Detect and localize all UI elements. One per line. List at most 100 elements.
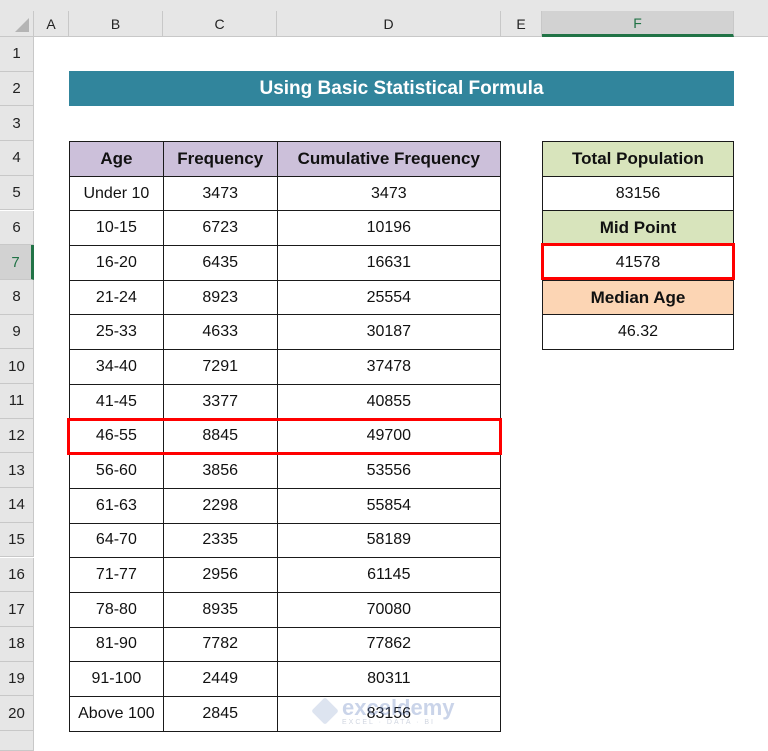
row-header-11[interactable]: 11: [0, 384, 34, 419]
frequency-cell[interactable]: 8923: [162, 279, 278, 316]
age-cell[interactable]: 64-70: [69, 522, 164, 559]
age-cell[interactable]: 25-33: [69, 314, 164, 351]
median-age-label[interactable]: Median Age: [542, 279, 734, 316]
table-row: 34-40 7291 37478: [69, 349, 502, 385]
cumulative-frequency-cell[interactable]: 83156: [276, 696, 502, 732]
table-row: 21-24 8923 25554: [69, 279, 502, 316]
column-header-filler: [734, 11, 768, 37]
column-header-f[interactable]: F: [542, 11, 734, 37]
age-cell[interactable]: 10-15: [69, 210, 164, 247]
frequency-cell[interactable]: 3377: [162, 383, 278, 420]
table-row: 81-90 7782 77862: [69, 626, 502, 663]
cumulative-frequency-cell[interactable]: 49700: [276, 418, 502, 455]
age-cell[interactable]: 56-60: [69, 453, 164, 489]
top-strip: [0, 0, 768, 11]
row-header-12[interactable]: 12: [0, 418, 34, 454]
age-cell[interactable]: 78-80: [69, 591, 164, 628]
column-header-e[interactable]: E: [501, 11, 542, 37]
row-header-4[interactable]: 4: [0, 141, 34, 176]
cumulative-frequency-cell[interactable]: 3473: [276, 175, 502, 212]
row-header-20[interactable]: 20: [0, 696, 34, 731]
cumulative-frequency-cell[interactable]: 58189: [276, 522, 502, 559]
table-row: 91-100 2449 80311: [69, 661, 502, 697]
title-banner: Using Basic Statistical Formula: [69, 71, 734, 106]
age-cell[interactable]: 46-55: [69, 418, 164, 455]
cumulative-frequency-cell[interactable]: 77862: [276, 626, 502, 663]
row-header-filler: [0, 731, 34, 751]
age-cell[interactable]: 34-40: [69, 349, 164, 385]
row-header-7[interactable]: 7: [0, 245, 34, 280]
row-header-8[interactable]: 8: [0, 279, 34, 315]
median-age-value[interactable]: 46.32: [542, 314, 734, 351]
row-header-3[interactable]: 3: [0, 106, 34, 142]
frequency-cell[interactable]: 4633: [162, 314, 278, 351]
frequency-cell[interactable]: 6435: [162, 245, 278, 281]
select-all-button[interactable]: [0, 11, 34, 37]
column-header-b[interactable]: B: [69, 11, 163, 37]
table-row: 56-60 3856 53556: [69, 453, 502, 489]
frequency-cell[interactable]: 3856: [162, 453, 278, 489]
total-population-value[interactable]: 83156: [542, 175, 734, 212]
row-header-16[interactable]: 16: [0, 557, 34, 593]
column-header-a[interactable]: A: [34, 11, 69, 37]
column-header-d[interactable]: D: [277, 11, 501, 37]
age-header[interactable]: Age: [69, 141, 164, 177]
header-row: Age Frequency Cumulative Frequency: [69, 141, 502, 177]
cumulative-frequency-cell[interactable]: 37478: [276, 349, 502, 385]
age-cell[interactable]: 61-63: [69, 487, 164, 524]
cumulative-frequency-cell[interactable]: 16631: [276, 245, 502, 281]
row-header-17[interactable]: 17: [0, 592, 34, 627]
row-header-9[interactable]: 9: [0, 314, 34, 350]
frequency-cell[interactable]: 8845: [162, 418, 278, 455]
row-header-1[interactable]: 1: [0, 37, 34, 72]
table-row: 71-77 2956 61145: [69, 557, 502, 593]
row-header-2[interactable]: 2: [0, 71, 34, 107]
mid-point-value[interactable]: 41578: [542, 245, 734, 281]
age-cell[interactable]: Above 100: [69, 696, 164, 732]
age-cell[interactable]: Under 10: [69, 175, 164, 212]
age-cell[interactable]: 81-90: [69, 626, 164, 663]
cumulative-frequency-header[interactable]: Cumulative Frequency: [276, 141, 502, 177]
row-header-19[interactable]: 19: [0, 661, 34, 697]
frequency-cell[interactable]: 7782: [162, 626, 278, 663]
row-header-15[interactable]: 15: [0, 522, 34, 558]
row-header-6[interactable]: 6: [0, 210, 34, 246]
cumulative-frequency-cell[interactable]: 61145: [276, 557, 502, 593]
frequency-cell[interactable]: 2845: [162, 696, 278, 732]
cumulative-frequency-cell[interactable]: 55854: [276, 487, 502, 524]
cumulative-frequency-cell[interactable]: 80311: [276, 661, 502, 697]
table-row: Above 100 2845 83156: [69, 696, 502, 732]
row-header-13[interactable]: 13: [0, 453, 34, 489]
cumulative-frequency-cell[interactable]: 10196: [276, 210, 502, 247]
cumulative-frequency-cell[interactable]: 40855: [276, 383, 502, 420]
cumulative-frequency-cell[interactable]: 70080: [276, 591, 502, 628]
age-cell[interactable]: 71-77: [69, 557, 164, 593]
row-header-10[interactable]: 10: [0, 349, 34, 384]
frequency-cell[interactable]: 3473: [162, 175, 278, 212]
frequency-cell[interactable]: 8935: [162, 591, 278, 628]
table-row: 61-63 2298 55854: [69, 487, 502, 524]
frequency-cell[interactable]: 6723: [162, 210, 278, 247]
total-population-label[interactable]: Total Population: [542, 141, 734, 177]
table-row: 10-15 6723 10196: [69, 210, 502, 247]
cumulative-frequency-cell[interactable]: 30187: [276, 314, 502, 351]
frequency-header[interactable]: Frequency: [162, 141, 278, 177]
mid-point-label[interactable]: Mid Point: [542, 210, 734, 247]
frequency-cell[interactable]: 2956: [162, 557, 278, 593]
frequency-cell[interactable]: 7291: [162, 349, 278, 385]
cumulative-frequency-cell[interactable]: 25554: [276, 279, 502, 316]
age-cell[interactable]: 41-45: [69, 383, 164, 420]
age-cell[interactable]: 91-100: [69, 661, 164, 697]
column-header-c[interactable]: C: [163, 11, 277, 37]
summary-table: Total Population 83156 Mid Point 41578 M…: [542, 141, 734, 351]
table-row: 64-70 2335 58189: [69, 522, 502, 559]
frequency-cell[interactable]: 2449: [162, 661, 278, 697]
frequency-cell[interactable]: 2335: [162, 522, 278, 559]
frequency-cell[interactable]: 2298: [162, 487, 278, 524]
row-header-5[interactable]: 5: [0, 175, 34, 211]
age-cell[interactable]: 16-20: [69, 245, 164, 281]
cumulative-frequency-cell[interactable]: 53556: [276, 453, 502, 489]
row-header-18[interactable]: 18: [0, 626, 34, 662]
age-cell[interactable]: 21-24: [69, 279, 164, 316]
row-header-14[interactable]: 14: [0, 488, 34, 523]
